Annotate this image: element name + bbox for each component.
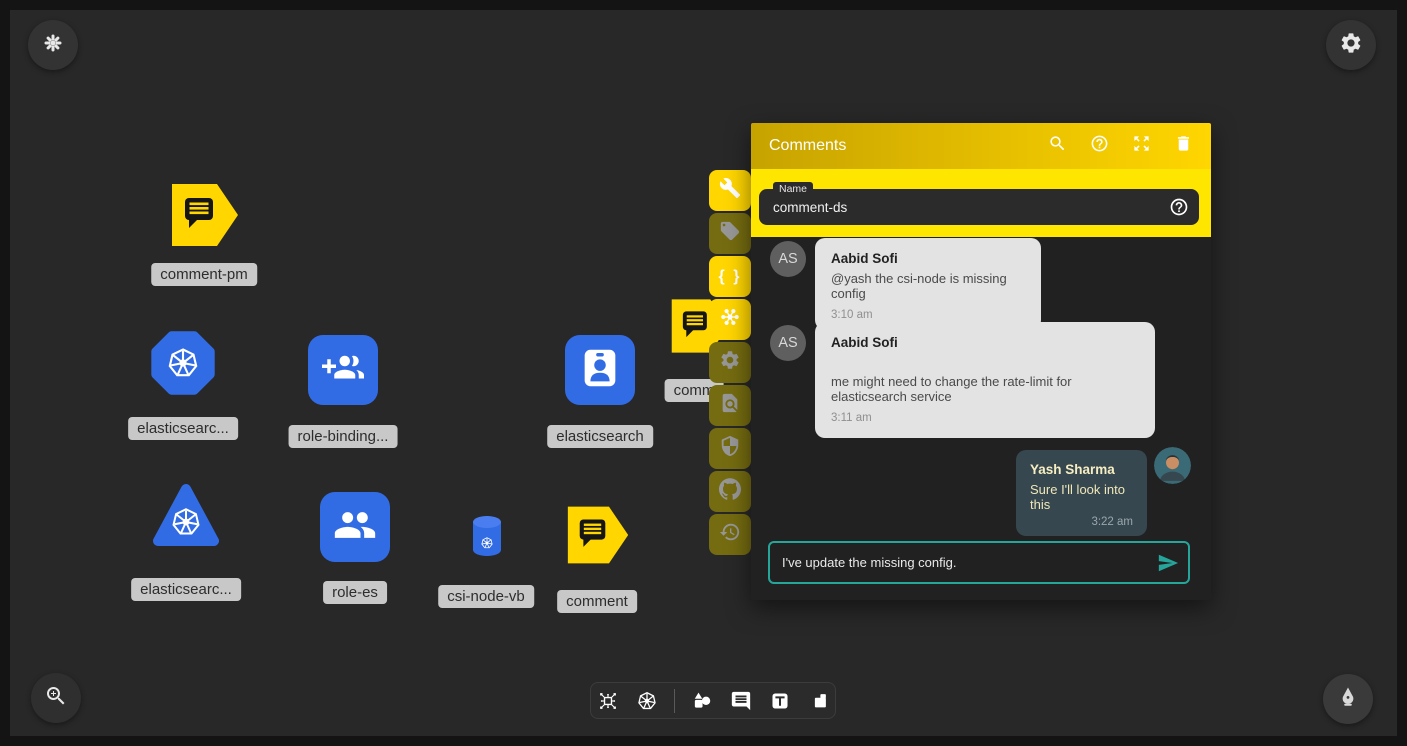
node-comment[interactable]: [566, 504, 630, 566]
node-action-toolbar: { }: [709, 170, 751, 557]
github-icon: [719, 478, 741, 505]
node-elasticsearch-octagon[interactable]: [148, 328, 218, 398]
node-label[interactable]: elasticsearc...: [128, 417, 238, 440]
comments-panel: Comments Name AS Aabid Sofi @yash the cs…: [751, 123, 1211, 600]
node-label[interactable]: role-es: [323, 581, 387, 604]
help-icon[interactable]: [1090, 134, 1109, 158]
comment-node-icon: [170, 234, 240, 251]
node-role-es[interactable]: [320, 492, 390, 562]
zoom-fab[interactable]: [31, 673, 81, 723]
node-label[interactable]: csi-node-vb: [438, 585, 534, 608]
gear-icon: [719, 349, 741, 376]
history-icon: [719, 521, 741, 548]
panel-title: Comments: [769, 137, 846, 155]
settings-fab[interactable]: [1326, 20, 1376, 70]
tag-icon: [719, 220, 741, 247]
shield-icon: [719, 435, 741, 462]
doc-preview-button[interactable]: [709, 385, 751, 426]
json-button[interactable]: { }: [709, 256, 751, 297]
node-csi-node-vb[interactable]: [469, 514, 505, 558]
rectangle-tool-icon[interactable]: [807, 689, 831, 713]
chat-message[interactable]: Aabid Sofi @yash the csi-node is missing…: [815, 238, 1041, 330]
wrench-icon: [719, 177, 741, 204]
avatar-aabid: AS: [770, 241, 806, 277]
name-section: Name: [751, 169, 1211, 237]
group-add-icon: [322, 347, 364, 394]
node-label[interactable]: elasticsearc...: [131, 578, 241, 601]
kubernetes-icon[interactable]: [635, 689, 659, 713]
hub-icon: [719, 306, 741, 333]
chat-message[interactable]: Aabid Sofi me might need to change the r…: [815, 322, 1155, 438]
message-time: 3:10 am: [831, 309, 1025, 321]
search-icon[interactable]: [1048, 134, 1067, 158]
badge-icon: [577, 345, 623, 396]
name-input[interactable]: [773, 189, 1143, 225]
settings-button[interactable]: [709, 342, 751, 383]
group-icon: [333, 503, 377, 552]
avatar-yash: [1154, 447, 1191, 484]
pen-tool-fab[interactable]: [1323, 674, 1373, 724]
toolbar-divider: [674, 689, 675, 713]
node-role-binding[interactable]: [308, 335, 378, 405]
github-button[interactable]: [709, 471, 751, 512]
help-circle-icon[interactable]: [1169, 197, 1189, 217]
comment-icon[interactable]: [729, 689, 753, 713]
tag-button[interactable]: [709, 213, 751, 254]
comment-input[interactable]: [782, 543, 1142, 582]
hub-button[interactable]: [709, 299, 751, 340]
node-comment-pm[interactable]: [170, 183, 240, 247]
trash-icon[interactable]: [1174, 134, 1193, 158]
schema-icon[interactable]: [596, 689, 620, 713]
node-elasticsearch-serviceaccount[interactable]: [565, 335, 635, 405]
doc-search-icon: [719, 392, 741, 419]
message-author: Aabid Sofi: [831, 335, 1139, 350]
design-canvas[interactable]: comment-pm elasticsearc... role-binding.…: [10, 10, 1397, 736]
message-author: Yash Sharma: [1030, 462, 1133, 477]
comments-panel-header[interactable]: Comments: [751, 123, 1211, 169]
comment-node-icon: [566, 553, 630, 570]
message-time: 3:11 am: [831, 412, 1139, 424]
node-label[interactable]: role-binding...: [289, 425, 398, 448]
node-elasticsearch-triangle[interactable]: [151, 482, 221, 552]
message-time: 3:22 am: [1030, 516, 1133, 528]
zoom-in-icon: [44, 684, 68, 713]
configure-button[interactable]: [709, 170, 751, 211]
node-label[interactable]: elasticsearch: [547, 425, 653, 448]
message-text: Sure I'll look into this: [1030, 482, 1133, 512]
message-author: Aabid Sofi: [831, 251, 1025, 266]
meshery-flower-icon: [41, 31, 65, 60]
expand-icon[interactable]: [1132, 134, 1151, 158]
send-icon[interactable]: [1157, 552, 1179, 574]
avatar-initials: AS: [778, 335, 797, 351]
node-label[interactable]: comment: [557, 590, 637, 613]
chat-message[interactable]: Yash Sharma Sure I'll look into this 3:2…: [1016, 450, 1147, 536]
message-text: @yash the csi-node is missing config: [831, 271, 1025, 301]
gear-icon: [1339, 31, 1363, 60]
avatar-initials: AS: [778, 251, 797, 267]
name-field-box: Name: [759, 189, 1199, 225]
security-button[interactable]: [709, 428, 751, 469]
comment-composer: [768, 541, 1190, 584]
pen-nib-icon: [1336, 685, 1360, 714]
braces-icon: { }: [719, 268, 742, 286]
meshery-logo-button[interactable]: [28, 20, 78, 70]
node-label[interactable]: comment-pm: [151, 263, 257, 286]
avatar-aabid: AS: [770, 325, 806, 361]
message-text: me might need to change the rate-limit f…: [831, 374, 1139, 404]
text-tool-icon[interactable]: [768, 689, 792, 713]
shape-toolbar: [590, 682, 836, 719]
shapes-icon[interactable]: [690, 689, 714, 713]
history-button[interactable]: [709, 514, 751, 555]
